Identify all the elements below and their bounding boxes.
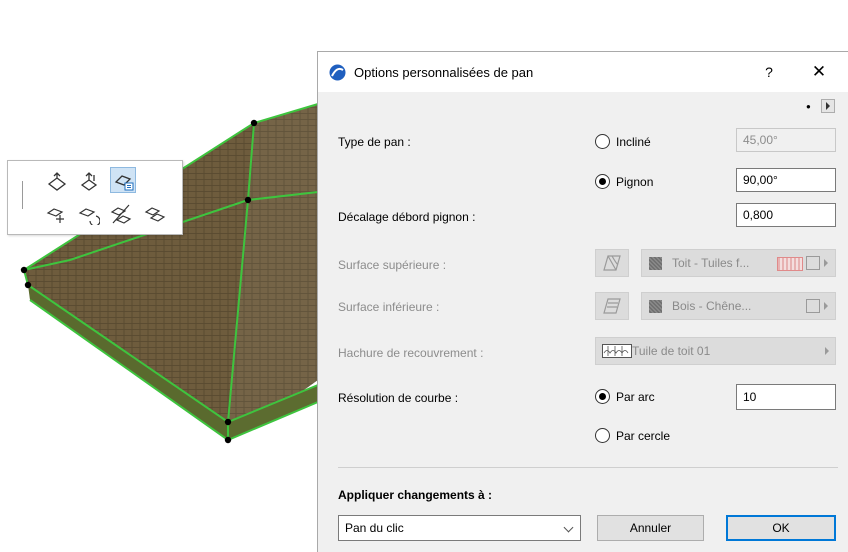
split-plane-icon[interactable]: [108, 201, 134, 227]
expand-panel-button[interactable]: [821, 99, 835, 113]
cover-fill-dropdown: Tuile de toit 01: [595, 337, 836, 365]
custom-plane-icon[interactable]: [110, 167, 136, 193]
title-bar[interactable]: Options personnalisées de pan ? ✕: [318, 52, 848, 92]
radio-by-arc[interactable]: [595, 389, 610, 404]
arc-resolution-field[interactable]: 10: [736, 384, 836, 410]
chevron-down-icon: [563, 522, 574, 533]
close-button[interactable]: ✕: [802, 58, 836, 86]
top-surface-override-button: [595, 249, 629, 277]
radio-by-circle[interactable]: [595, 428, 610, 443]
ok-button[interactable]: OK: [726, 515, 836, 541]
picture-icon: [806, 256, 820, 270]
cover-fill-label: Hachure de recouvrement :: [338, 346, 484, 360]
top-surface-label: Surface supérieure :: [338, 258, 447, 272]
bottom-surface-value: Bois - Chêne...: [672, 299, 752, 313]
chevron-right-icon: [824, 302, 828, 310]
apply-changes-label: Appliquer changements à :: [338, 488, 493, 502]
incline-angle-field: 45,00°: [736, 128, 836, 152]
gable-offset-field[interactable]: 0,800: [736, 203, 836, 227]
radio-incline[interactable]: [595, 134, 610, 149]
chevron-right-icon: [824, 259, 828, 267]
tile-pattern-icon: [777, 257, 803, 271]
surface-swatch-icon: [649, 300, 662, 313]
radio-incline-label[interactable]: Incliné: [616, 135, 651, 149]
pan-type-label: Type de pan :: [338, 135, 411, 149]
surface-icon: [603, 255, 621, 271]
roof-tile-fill-icon: [602, 344, 632, 358]
surface-swatch-icon: [649, 257, 662, 270]
curve-resolution-label: Résolution de courbe :: [338, 391, 459, 405]
roof-model[interactable]: [20, 103, 319, 444]
bottom-surface-override-button: [595, 292, 629, 320]
pignon-angle-field[interactable]: 90,00°: [736, 168, 836, 192]
palette-grip[interactable]: [22, 181, 23, 209]
radio-pignon[interactable]: [595, 174, 610, 189]
archicad-app-icon: [329, 64, 346, 81]
cancel-button[interactable]: Annuler: [597, 515, 704, 541]
divider: [338, 467, 838, 468]
offset-edge-icon[interactable]: [44, 201, 70, 227]
custom-plane-settings-dialog: Options personnalisées de pan ? ✕ ● Type…: [317, 51, 848, 552]
radio-by-arc-label[interactable]: Par arc: [616, 390, 655, 404]
radio-by-circle-label[interactable]: Par cercle: [616, 429, 670, 443]
bottom-surface-label: Surface inférieure :: [338, 300, 440, 314]
elevate-roof-icon[interactable]: [76, 169, 102, 195]
merge-plane-icon[interactable]: [142, 201, 168, 227]
pet-palette: [7, 160, 183, 235]
dialog-title: Options personnalisées de pan: [354, 65, 534, 80]
chevron-right-icon: [826, 102, 830, 110]
top-surface-dropdown: Toit - Tuiles f...: [641, 249, 836, 277]
rotate-edge-icon[interactable]: [76, 201, 102, 227]
top-surface-value: Toit - Tuiles f...: [672, 256, 750, 270]
bottom-surface-dropdown: Bois - Chêne...: [641, 292, 836, 320]
apply-to-select[interactable]: Pan du clic: [338, 515, 581, 541]
apply-to-value: Pan du clic: [345, 521, 404, 535]
help-button[interactable]: ?: [754, 58, 784, 86]
gable-offset-label: Décalage débord pignon :: [338, 210, 476, 224]
settings-bullet-icon: ●: [806, 102, 811, 111]
chevron-right-icon: [825, 347, 829, 355]
picture-icon: [806, 299, 820, 313]
surface-icon: [603, 298, 621, 314]
tilt-roof-icon[interactable]: [44, 169, 70, 195]
radio-pignon-label[interactable]: Pignon: [616, 175, 653, 189]
cover-fill-value: Tuile de toit 01: [632, 344, 711, 358]
